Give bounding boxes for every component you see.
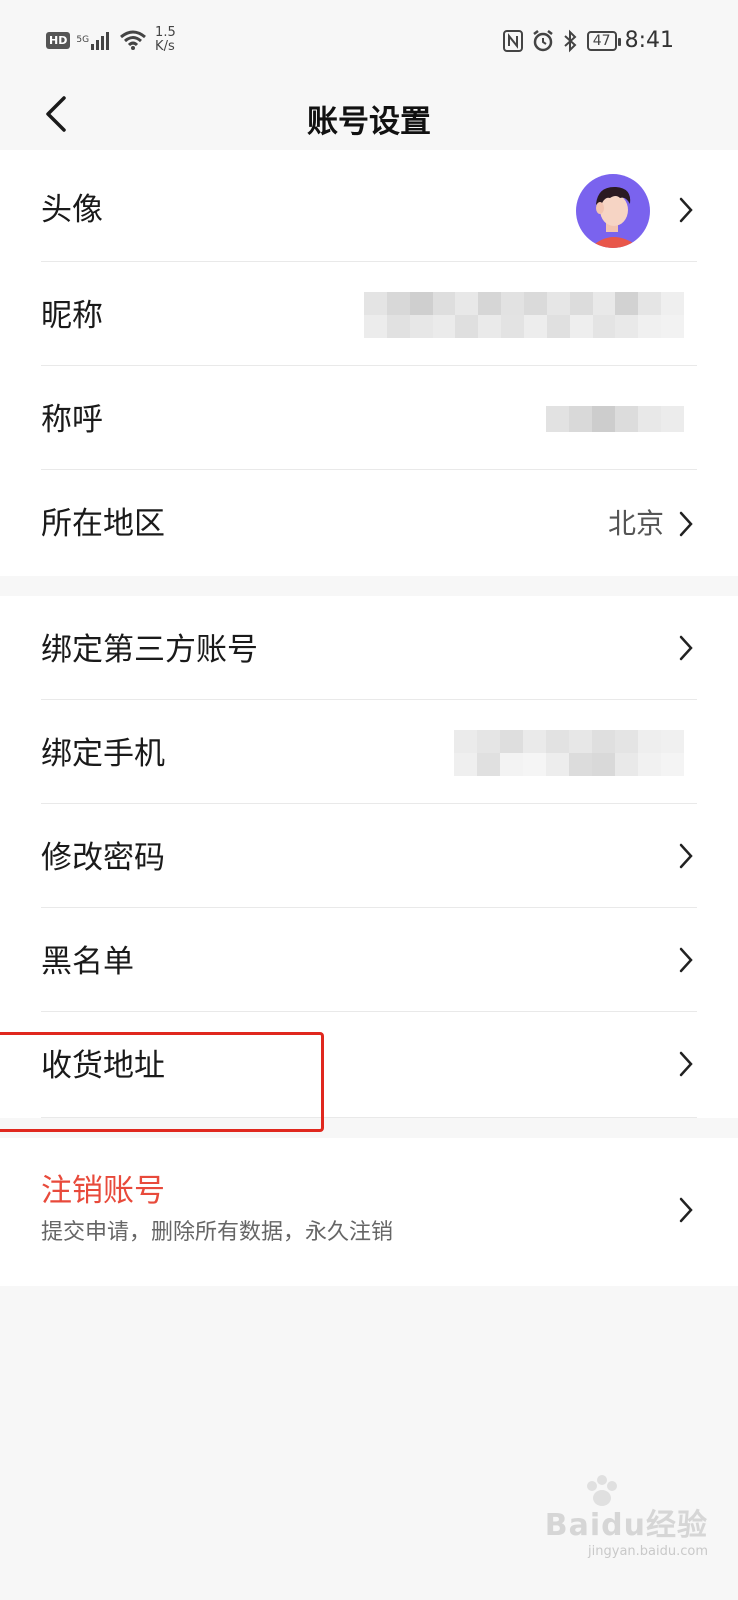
avatar-label: 头像 [41,192,103,228]
title-label: 称呼 [41,402,103,438]
chevron-right-icon [679,197,693,223]
avatar-illustration [576,174,650,248]
bind-phone-row[interactable]: 绑定手机 [0,700,738,804]
wifi-icon [120,30,147,50]
phone-value-blurred [454,730,684,776]
chevron-right-icon [679,1197,693,1223]
battery-level: 47 [592,32,611,49]
region-label: 所在地区 [41,506,165,542]
nickname-row[interactable]: 昵称 [0,262,738,366]
chevron-right-icon [679,1051,693,1077]
chevron-right-icon [679,947,693,973]
network-type: 5G [76,34,90,45]
change-password-label: 修改密码 [41,840,165,876]
alarm-icon [533,29,553,51]
nickname-value-blurred [364,292,684,338]
region-value: 北京 [607,507,664,540]
nfc-icon [502,29,523,52]
page-title: 账号设置 [307,104,431,140]
speed-unit: K/s [155,39,175,54]
watermark: Baidu经验 jingyan.baidu.com [544,1475,708,1559]
deactivate-section[interactable] [0,1138,738,1286]
watermark-sub: jingyan.baidu.com [588,1544,708,1559]
bind-third-party-row[interactable]: 绑定第三方账号 [0,596,738,700]
nickname-label: 昵称 [41,298,103,334]
deactivate-description: 提交申请，删除所有数据，永久注销 [41,1220,394,1245]
hd-badge: HD [46,31,71,49]
speed-value: 1.5 [155,25,176,40]
watermark-main: Baidu经验 [544,1508,708,1543]
bind-phone-label: 绑定手机 [41,736,165,772]
battery-icon: 47 [586,30,621,51]
title-row[interactable]: 称呼 [0,366,738,470]
highlight-box [0,1032,324,1132]
clock: 8:41 [624,28,674,53]
chevron-right-icon [679,511,693,537]
status-bar: HD 5G 1.5 K/s 47 8:41 [0,0,738,80]
network-speed: 1.5 K/s [155,26,176,54]
nav-bar: 账号设置 [0,80,738,150]
blacklist-label: 黑名单 [41,944,134,980]
chevron-right-icon [679,635,693,661]
title-value-blurred [546,406,684,432]
signal-icon [91,32,110,50]
paw-logo-icon [587,1475,617,1506]
status-left: HD 5G 1.5 K/s [46,26,176,54]
deactivate-title[interactable]: 注销账号 [41,1165,165,1210]
region-row[interactable]: 所在地区 北京 [0,470,738,576]
bind-third-party-label: 绑定第三方账号 [41,632,258,668]
avatar [576,174,650,248]
blacklist-row[interactable]: 黑名单 [0,908,738,1012]
chevron-right-icon [679,843,693,869]
change-password-row[interactable]: 修改密码 [0,804,738,908]
bluetooth-icon [564,29,577,52]
status-right: 47 8:41 [502,28,674,53]
